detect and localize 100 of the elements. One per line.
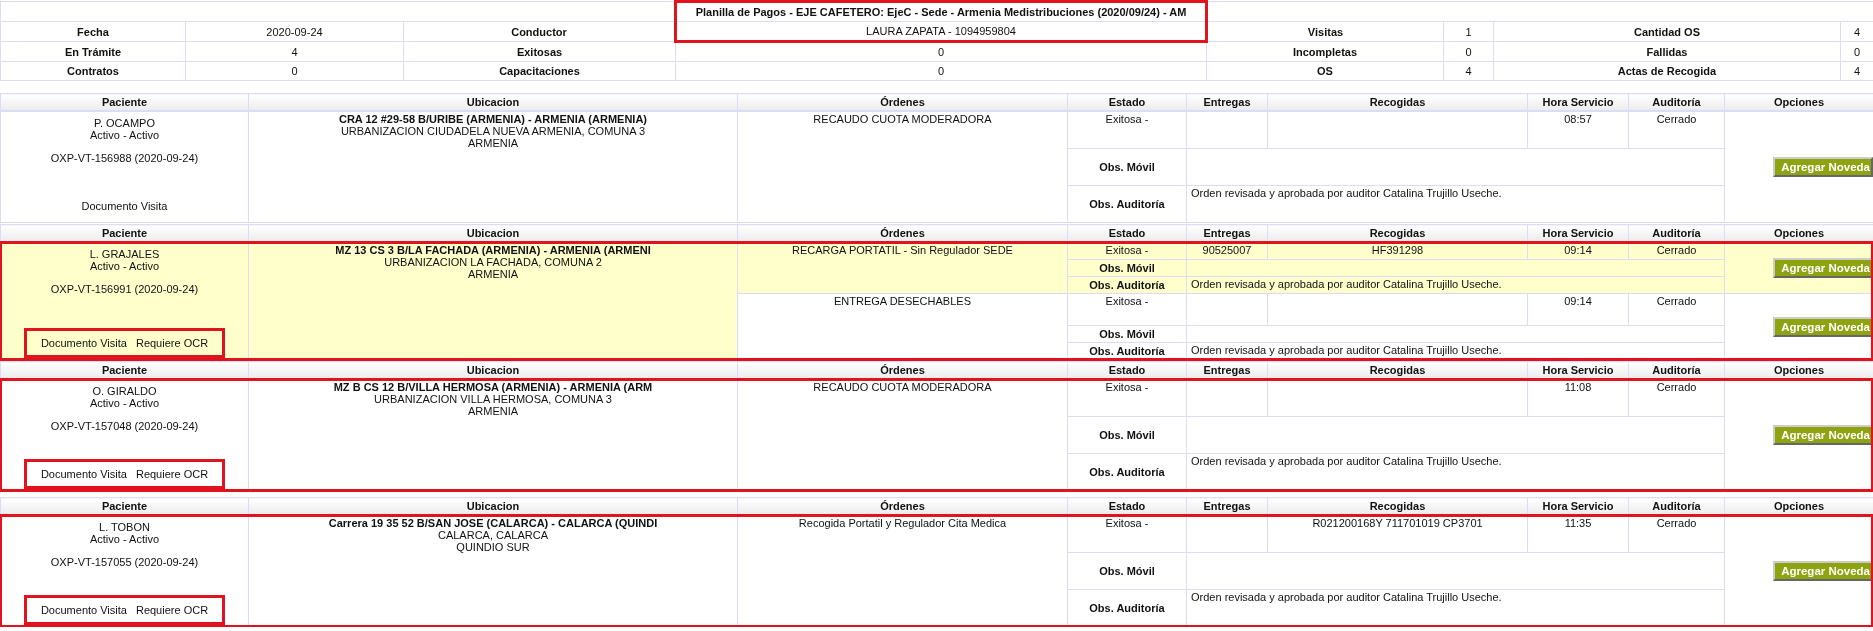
status-cell: Exitosa - xyxy=(1067,515,1187,553)
column-header: Auditoría xyxy=(1628,224,1725,242)
address-detail: QUINDIO SUR xyxy=(455,541,531,553)
column-header: Opciones xyxy=(1724,497,1873,515)
address-text: Carrera 19 35 52 B/SAN JOSE (CALARCA) - CALARCA (QUINDI xyxy=(327,517,659,529)
visit-code: OXP-VT-156991 (2020-09-24) xyxy=(50,283,199,295)
column-header: Órdenes xyxy=(737,361,1068,379)
column-header: Órdenes xyxy=(737,497,1068,515)
column-header: Paciente xyxy=(0,224,249,242)
column-header: Opciones xyxy=(1724,93,1873,111)
address-detail: URBANIZACION CIUDADELA NUEVA ARMENIA, COMUNA 3 xyxy=(339,125,647,137)
patient-status: Activo - Activo xyxy=(89,397,160,409)
summary-label: Incompletas xyxy=(1206,41,1444,62)
audit-cell: Cerrado xyxy=(1628,293,1725,326)
summary-value: 0 xyxy=(675,61,1207,81)
document-link[interactable]: Requiere OCR xyxy=(135,604,209,616)
status-cell: Exitosa - xyxy=(1067,242,1187,260)
column-header: Paciente xyxy=(0,93,249,111)
column-header: Órdenes xyxy=(737,224,1068,242)
address-detail: ARMENIA xyxy=(466,405,520,417)
patient-name: O. GIRALDO xyxy=(92,385,157,397)
status-cell: Exitosa - xyxy=(1067,379,1187,417)
audit-cell: Cerrado xyxy=(1628,379,1725,417)
deliveries-cell: 90525007 xyxy=(1186,242,1268,260)
column-header: Hora Servicio xyxy=(1527,224,1629,242)
document-link[interactable]: Documento Visita xyxy=(40,337,127,349)
column-header: Estado xyxy=(1067,497,1187,515)
order-cell: RECAUDO CUOTA MODERADORA xyxy=(737,379,1068,491)
column-header: Ubicacion xyxy=(248,224,738,242)
pickups-cell: HF391298 xyxy=(1267,242,1528,260)
summary-value: 2020-09-24 xyxy=(185,21,404,42)
summary-label: Fecha xyxy=(0,21,186,42)
summary-label: Actas de Recogida xyxy=(1493,61,1841,81)
order-cell: ENTREGA DESECHABLES xyxy=(737,293,1068,360)
patient-status: Activo - Activo xyxy=(89,260,160,272)
patient-name: P. OCAMPO xyxy=(94,117,155,129)
patient-name: L. GRAJALES xyxy=(89,248,160,260)
address-text: MZ 13 CS 3 B/LA FACHADA (ARMENIA) - ARMENIA (ARMENI xyxy=(334,244,652,256)
column-header: Hora Servicio xyxy=(1527,497,1629,515)
report-title: Planilla de Pagos - EJE CAFETERO: EjeC - Sede - Armenia Medistribuciones (2020/09/24) - AM xyxy=(675,1,1207,22)
column-header: Ubicacion xyxy=(248,93,738,111)
column-header: Auditoría xyxy=(1628,497,1725,515)
column-header: Recogidas xyxy=(1267,361,1528,379)
summary-value: 0 xyxy=(675,41,1207,62)
audit-cell: Cerrado xyxy=(1628,515,1725,553)
status-cell: Exitosa - xyxy=(1067,293,1187,326)
column-header: Recogidas xyxy=(1267,93,1528,111)
column-header: Órdenes xyxy=(737,93,1068,111)
obs-label: Obs. Auditoría xyxy=(1067,185,1187,223)
obs-value-cell: Orden revisada y aprobada por auditor Catalina Trujillo Useche. xyxy=(1186,185,1873,223)
order-cell: RECARGA PORTATIL - Sin Regulador SEDE xyxy=(737,242,1068,294)
pickups-cell: R021200168Y 711701019 CP3701 xyxy=(1267,515,1528,553)
address-detail: URBANIZACION LA FACHADA, COMUNA 2 xyxy=(383,256,603,268)
column-header: Entregas xyxy=(1186,93,1268,111)
address-text: MZ B CS 12 B/VILLA HERMOSA (ARMENIA) - ARMENIA (ARM xyxy=(332,381,654,393)
order-cell: RECAUDO CUOTA MODERADORA xyxy=(737,111,1068,223)
column-header: Estado xyxy=(1067,361,1187,379)
address-detail: CALARCA, CALARCA xyxy=(436,529,549,541)
summary-label: Fallidas xyxy=(1493,41,1841,62)
summary-label: En Trámite xyxy=(0,41,186,62)
column-header: Ubicacion xyxy=(248,497,738,515)
obs-label: Obs. Móvil xyxy=(1067,552,1187,590)
document-link[interactable]: Requiere OCR xyxy=(135,337,209,349)
service-time-cell: 08:57 xyxy=(1527,111,1629,149)
column-header: Recogidas xyxy=(1267,497,1528,515)
obs-label: Obs. Móvil xyxy=(1067,416,1187,454)
column-header: Opciones xyxy=(1724,224,1873,242)
order-cell: Recogida Portatil y Regulador Cita Medica xyxy=(737,515,1068,627)
summary-label: Capacitaciones xyxy=(403,61,676,81)
column-header: Ubicacion xyxy=(248,361,738,379)
summary-value: 0 xyxy=(185,61,404,81)
summary-label: Exitosas xyxy=(403,41,676,62)
document-link[interactable]: Documento Visita xyxy=(40,468,127,480)
document-link[interactable]: Documento Visita xyxy=(81,200,168,212)
column-header: Entregas xyxy=(1186,361,1268,379)
visit-code: OXP-VT-156988 (2020-09-24) xyxy=(50,152,199,164)
audit-cell: Cerrado xyxy=(1628,111,1725,149)
obs-label: Obs. Móvil xyxy=(1067,148,1187,186)
summary-value: LAURA ZAPATA - 1094959804 xyxy=(675,21,1207,42)
summary-label: OS xyxy=(1206,61,1444,81)
summary-label: Visitas xyxy=(1206,21,1444,42)
summary-label: Contratos xyxy=(0,61,186,81)
address-text: CRA 12 #29-58 B/URIBE (ARMENIA) - ARMENIA (ARMENIA) xyxy=(338,113,648,125)
column-header: Paciente xyxy=(0,361,249,379)
summary-value: 1 xyxy=(1443,21,1494,42)
address-detail: ARMENIA xyxy=(466,268,520,280)
column-header: Entregas xyxy=(1186,224,1268,242)
summary-value: 0 xyxy=(1443,41,1494,62)
document-link[interactable]: Requiere OCR xyxy=(135,468,209,480)
column-header: Paciente xyxy=(0,497,249,515)
document-link[interactable]: Documento Visita xyxy=(40,604,127,616)
visit-code: OXP-VT-157048 (2020-09-24) xyxy=(50,420,199,432)
service-time-cell: 09:14 xyxy=(1527,293,1629,326)
address-detail: ARMENIA xyxy=(466,137,520,149)
summary-label: Cantidad OS xyxy=(1493,21,1841,42)
column-header: Hora Servicio xyxy=(1527,93,1629,111)
column-header: Auditoría xyxy=(1628,361,1725,379)
obs-label: Obs. Auditoría xyxy=(1067,453,1187,491)
obs-label: Obs. Auditoría xyxy=(1067,589,1187,627)
service-time-cell: 11:35 xyxy=(1527,515,1629,553)
